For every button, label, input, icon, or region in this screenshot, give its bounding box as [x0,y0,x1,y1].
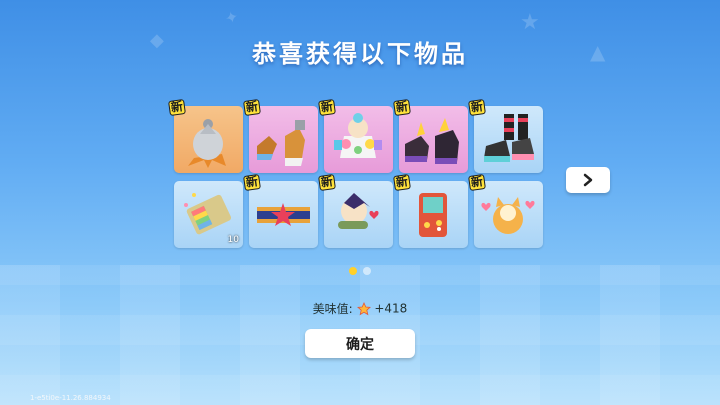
page-dot-inactive [363,267,371,275]
reward-item[interactable]: 新 [468,98,543,173]
new-badge: 新 [393,98,411,117]
confirm-button[interactable]: 确定 [305,329,415,358]
star-belt-item-icon [257,203,310,226]
reward-row: 10 新 新 新 新 [174,173,550,248]
new-badge: 新 [468,98,486,117]
reward-item[interactable]: 新 [318,173,393,248]
new-badge: 新 [243,98,261,117]
page-title: 恭喜获得以下物品 [252,40,468,68]
boots-item-icon [257,120,305,166]
clown-item-icon [334,113,382,158]
chevron-right-icon [583,173,593,187]
quantity-label: 10 [227,235,239,245]
page-dot-active [349,267,357,275]
star-icon [356,301,375,316]
deliciousness-label: 美味值: [312,302,353,316]
reward-item[interactable]: 新 [468,173,543,248]
background-boom-icon: ✦ [222,6,241,29]
deliciousness-value: +418 [374,301,408,316]
reward-item[interactable]: 新 [168,98,243,173]
page-indicator [0,267,720,275]
reward-item[interactable]: 新 [243,98,318,173]
next-page-button[interactable] [566,167,610,193]
reward-item[interactable]: 新 [243,173,318,248]
new-badge: 新 [393,173,411,192]
reward-item[interactable]: 新 [318,98,393,173]
new-badge: 新 [318,98,336,117]
ninja-emote-item-icon [338,193,379,229]
reward-item[interactable]: 新 [393,98,468,173]
game-device-item-icon [419,193,447,237]
hair-item-icon [188,119,226,168]
new-badge: 新 [168,98,186,117]
reward-item[interactable]: 新 [393,173,468,248]
background-star-icon: ★ [520,10,540,35]
reward-row: 新 新 新 新 新 [168,98,550,173]
sneakers-item-icon [484,114,534,162]
new-badge: 新 [468,173,486,192]
deliciousness-display: 美味值: +418 [0,300,720,317]
new-badge: 新 [318,173,336,192]
version-text: 1-e5ti0e-11.26.884934 [30,394,111,402]
reward-grid: 新 新 新 新 新 10 新 新 新 新 [168,98,550,256]
cat-emote-item-icon [481,197,535,234]
new-badge: 新 [243,173,261,192]
dark-boots-item-icon [405,118,459,164]
reward-item[interactable]: 10 [174,181,243,248]
